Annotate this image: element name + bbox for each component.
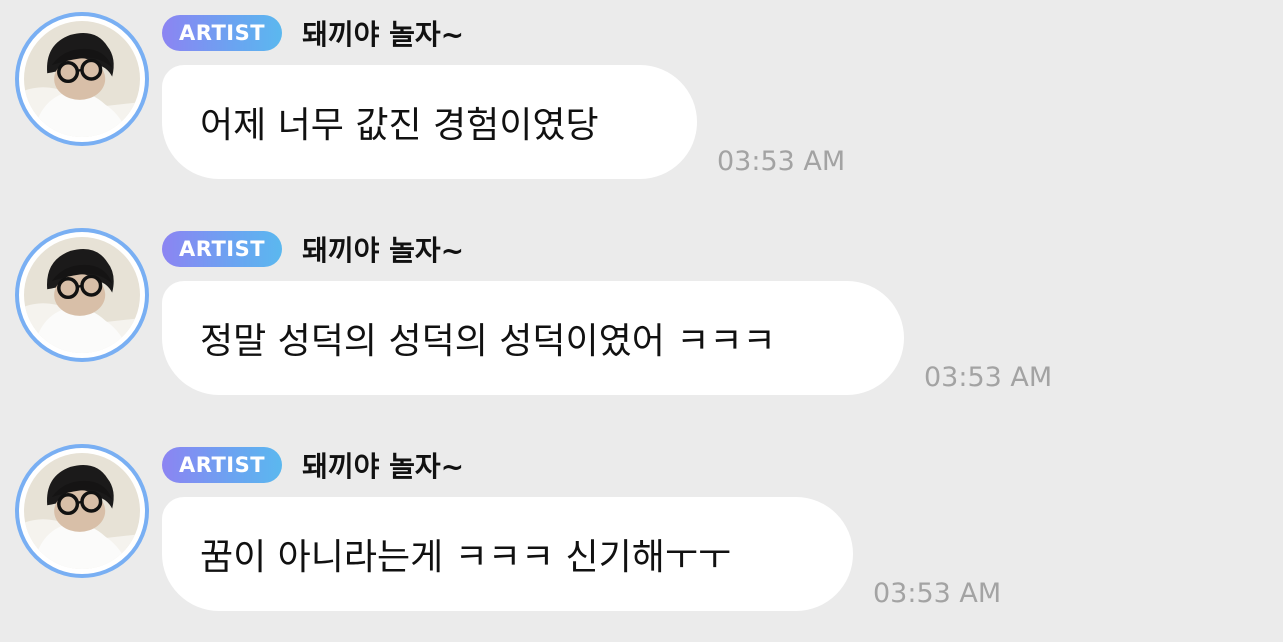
message-timestamp: 03:53 AM <box>873 578 1002 609</box>
chat-message: ARTIST 돼끼야 놀자~ 어제 너무 값진 경험이였당 03:53 AM <box>0 10 1283 210</box>
chat-message: ARTIST 돼끼야 놀자~ 꿈이 아니라는게 ㅋㅋㅋ 신기해ㅜㅜ 03:53 … <box>0 442 1283 642</box>
sender-name[interactable]: 돼끼야 놀자~ <box>302 445 464 485</box>
artist-badge: ARTIST <box>162 231 283 267</box>
sender-avatar[interactable] <box>15 228 149 362</box>
sender-name[interactable]: 돼끼야 놀자~ <box>302 13 464 53</box>
chat-message: ARTIST 돼끼야 놀자~ 정말 성덕의 성덕의 성덕이였어 ㅋㅋㅋ 03:5… <box>0 226 1283 426</box>
artist-badge: ARTIST <box>162 447 283 483</box>
profile-photo-icon <box>24 21 140 137</box>
sender-name[interactable]: 돼끼야 놀자~ <box>302 229 464 269</box>
sender-avatar[interactable] <box>15 444 149 578</box>
message-bubble[interactable]: 정말 성덕의 성덕의 성덕이였어 ㅋㅋㅋ <box>162 281 904 395</box>
message-bubble[interactable]: 꿈이 아니라는게 ㅋㅋㅋ 신기해ㅜㅜ <box>162 497 853 611</box>
sender-row: ARTIST 돼끼야 놀자~ <box>162 14 464 52</box>
chat-message-list: ARTIST 돼끼야 놀자~ 어제 너무 값진 경험이였당 03:53 AM A… <box>0 0 1283 622</box>
sender-row: ARTIST 돼끼야 놀자~ <box>162 446 464 484</box>
profile-photo-icon <box>24 237 140 353</box>
sender-row: ARTIST 돼끼야 놀자~ <box>162 230 464 268</box>
message-timestamp: 03:53 AM <box>717 146 846 177</box>
sender-avatar[interactable] <box>15 12 149 146</box>
profile-photo-icon <box>24 453 140 569</box>
artist-badge: ARTIST <box>162 15 283 51</box>
message-bubble[interactable]: 어제 너무 값진 경험이였당 <box>162 65 697 179</box>
message-timestamp: 03:53 AM <box>924 362 1053 393</box>
